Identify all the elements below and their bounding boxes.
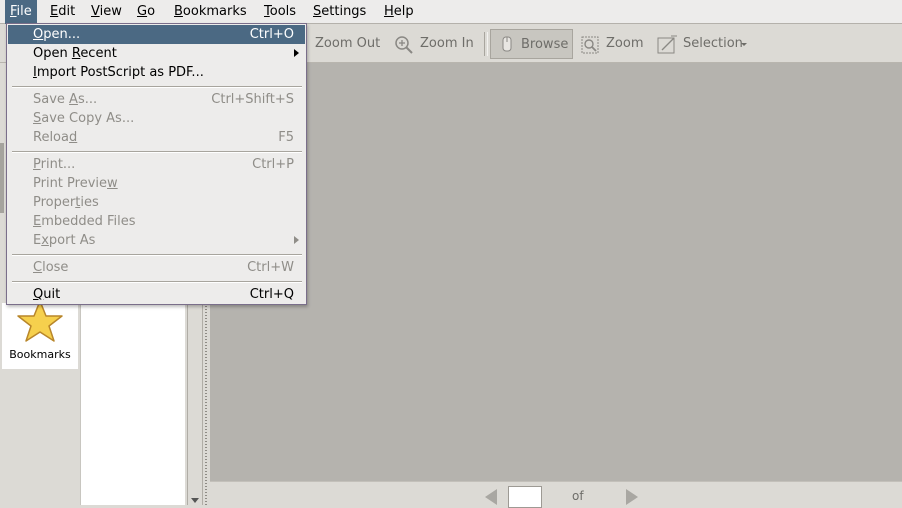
menu-help-mnemonic: H [384, 4, 394, 19]
menu-item-open-recent-label: Open Recent [33, 46, 117, 61]
menu-item-save-as-label: Save As... [33, 92, 98, 107]
menu-item-properties-label: Properties [33, 195, 99, 210]
menu-item-open[interactable]: Open... Ctrl+O [8, 25, 305, 44]
menu-go[interactable]: Go [132, 0, 160, 24]
zoom-in-button[interactable]: Zoom In [394, 29, 479, 59]
zoom-tool-label: Zoom [606, 36, 644, 51]
menu-item-close-label: Close [33, 260, 69, 275]
file-menu-dropdown: Open... Ctrl+O Open Recent Import PostSc… [6, 23, 307, 305]
menubar: File Edit View Go Bookmarks Tools Settin… [0, 0, 902, 24]
menu-settings-label: ettings [321, 4, 367, 19]
menu-view-label: iew [99, 4, 122, 19]
zoom-in-label: Zoom In [420, 36, 474, 51]
browse-tool-button[interactable]: Browse [490, 29, 573, 59]
menu-settings[interactable]: Settings [308, 0, 371, 24]
menu-item-quit[interactable]: Quit Ctrl+Q [8, 285, 305, 304]
menu-item-print-preview-label: Print Preview [33, 176, 118, 191]
chevron-down-icon [741, 43, 747, 46]
menu-go-label: o [147, 4, 156, 19]
menu-item-save-as-shortcut: Ctrl+Shift+S [211, 92, 294, 107]
menu-item-open-shortcut: Ctrl+O [249, 27, 294, 42]
menu-bookmarks[interactable]: Bookmarks [169, 0, 252, 24]
menu-edit[interactable]: Edit [45, 0, 80, 24]
menu-separator [12, 86, 302, 88]
menu-item-save-as[interactable]: Save As... Ctrl+Shift+S [8, 90, 305, 109]
menu-tools-label: ools [269, 4, 297, 19]
menu-separator [12, 254, 302, 256]
page-navigation-bar: of [210, 481, 902, 508]
menu-file[interactable]: File [5, 0, 37, 24]
menu-item-open-recent[interactable]: Open Recent [8, 44, 305, 63]
menu-item-print-preview[interactable]: Print Preview [8, 174, 305, 193]
menu-item-save-copy-as-label: Save Copy As... [33, 111, 135, 126]
menu-edit-mnemonic: E [50, 4, 59, 19]
zoom-tool-button[interactable]: Zoom [580, 29, 650, 59]
selection-label: Selection [683, 36, 743, 51]
menu-go-mnemonic: G [137, 4, 148, 19]
menu-item-print[interactable]: Print... Ctrl+P [8, 155, 305, 174]
menu-file-label: ile [16, 4, 32, 19]
menu-item-import-postscript-label: Import PostScript as PDF... [33, 65, 204, 80]
document-view[interactable] [210, 63, 902, 481]
menu-help-label: elp [393, 4, 414, 19]
menu-item-save-copy-as[interactable]: Save Copy As... [8, 109, 305, 128]
browse-label: Browse [521, 37, 569, 52]
menu-view-mnemonic: V [91, 4, 100, 19]
page-of-label: of [572, 489, 584, 503]
menu-item-quit-label: Quit [33, 287, 61, 302]
next-page-icon[interactable] [626, 489, 638, 505]
menu-item-quit-shortcut: Ctrl+Q [249, 287, 294, 302]
menu-item-reload[interactable]: Reload F5 [8, 128, 305, 147]
menu-separator [12, 151, 302, 153]
menu-item-embedded-files-label: Embedded Files [33, 214, 136, 229]
previous-page-icon[interactable] [485, 489, 497, 505]
menu-item-export-as-label: Export As [33, 233, 96, 248]
menu-separator [12, 281, 302, 283]
menu-item-close[interactable]: Close Ctrl+W [8, 258, 305, 277]
zoom-tool-icon [581, 36, 599, 54]
hand-icon [502, 36, 512, 52]
menu-item-print-shortcut: Ctrl+P [252, 157, 294, 172]
menu-view[interactable]: View [86, 0, 127, 24]
zoom-out-label: Zoom Out [315, 36, 381, 51]
submenu-arrow-icon [294, 236, 299, 244]
scroll-down-arrow-icon[interactable] [191, 498, 199, 503]
menu-item-reload-label: Reload [33, 130, 78, 145]
toolbar-separator [484, 32, 488, 56]
menu-item-close-shortcut: Ctrl+W [247, 260, 294, 275]
menu-item-properties[interactable]: Properties [8, 193, 305, 212]
submenu-arrow-icon [294, 49, 299, 57]
selection-icon [657, 35, 677, 54]
sidebar-tab-indicator [0, 143, 4, 213]
menu-item-embedded-files[interactable]: Embedded Files [8, 212, 305, 231]
menu-edit-label: dit [58, 4, 76, 19]
sidebar-bookmarks-label: Bookmarks [9, 348, 71, 361]
sidebar-tab-bookmarks[interactable]: Bookmarks [2, 300, 78, 369]
menu-item-import-postscript[interactable]: Import PostScript as PDF... [8, 63, 305, 82]
selection-tool-button[interactable]: Selection [656, 29, 751, 59]
menu-item-export-as[interactable]: Export As [8, 231, 305, 250]
star-icon [17, 300, 63, 342]
menu-item-reload-shortcut: F5 [278, 130, 294, 145]
menu-tools[interactable]: Tools [259, 0, 301, 24]
zoom-in-icon [395, 36, 413, 54]
menu-help[interactable]: Help [379, 0, 419, 24]
menu-item-open-label: Open... [33, 27, 81, 42]
menu-bookmarks-mnemonic: B [174, 4, 183, 19]
menu-item-print-label: Print... [33, 157, 76, 172]
menu-bookmarks-label: ookmarks [182, 4, 247, 19]
